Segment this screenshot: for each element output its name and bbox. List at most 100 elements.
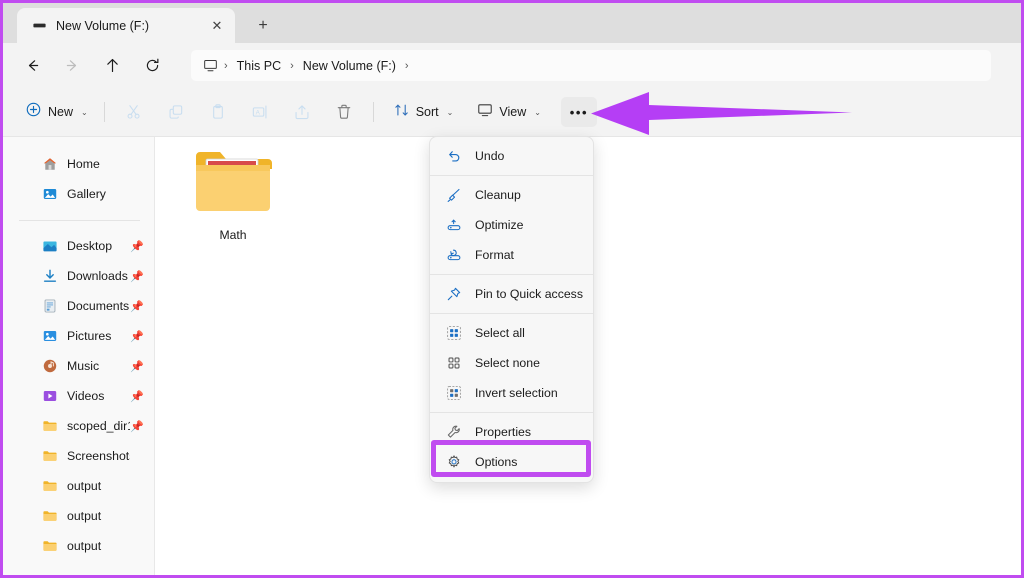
view-button[interactable]: View ⌄ xyxy=(468,97,550,127)
options-gear-icon xyxy=(445,453,463,471)
sidebar-item-label: Pictures xyxy=(67,329,112,343)
menu-item-label: Select all xyxy=(475,326,525,340)
menu-item-optimize[interactable]: Optimize xyxy=(433,210,590,240)
new-tab-button[interactable]: + xyxy=(249,13,277,39)
tab-bar: New Volume (F:) ✕ + xyxy=(3,3,1021,43)
select-all-icon xyxy=(445,324,463,342)
sidebar-item-output-2[interactable]: output xyxy=(7,501,150,531)
sidebar-item-home[interactable]: Home xyxy=(7,149,150,179)
cleanup-icon xyxy=(445,186,463,204)
more-options-button[interactable]: ••• xyxy=(560,97,597,127)
drive-icon xyxy=(31,18,47,34)
chevron-down-icon: ⌄ xyxy=(534,107,541,117)
pin-icon[interactable]: 📌 xyxy=(130,390,144,403)
sidebar-item-label: Gallery xyxy=(67,187,106,201)
rename-icon[interactable]: A xyxy=(243,97,277,127)
pin-icon xyxy=(445,285,463,303)
videos-icon xyxy=(41,388,58,405)
paste-icon[interactable] xyxy=(201,97,235,127)
copy-icon[interactable] xyxy=(159,97,193,127)
pin-icon[interactable]: 📌 xyxy=(130,330,144,343)
undo-icon xyxy=(445,147,463,165)
format-icon xyxy=(445,246,463,264)
menu-item-select-none[interactable]: Select none xyxy=(433,348,590,378)
sidebar-item-videos[interactable]: Videos 📌 xyxy=(7,381,150,411)
sidebar-item-output-3[interactable]: output xyxy=(7,531,150,561)
sort-button[interactable]: Sort ⌄ xyxy=(385,97,463,127)
share-icon[interactable] xyxy=(285,97,319,127)
menu-item-properties[interactable]: Properties xyxy=(433,417,590,447)
gallery-icon xyxy=(41,186,58,203)
sidebar-item-documents[interactable]: Documents 📌 xyxy=(7,291,150,321)
sidebar-item-label: scoped_dir1516( xyxy=(67,419,130,433)
more-options-context-menu[interactable]: Undo Cleanup Optimize Format Pin to Quic… xyxy=(429,136,594,483)
pin-icon[interactable]: 📌 xyxy=(130,420,144,433)
folder-icon xyxy=(41,478,58,495)
pin-icon[interactable]: 📌 xyxy=(130,270,144,283)
menu-item-pin-to-quick-access[interactable]: Pin to Quick access xyxy=(433,279,590,309)
menu-item-select-all[interactable]: Select all xyxy=(433,318,590,348)
tab-new-volume-f[interactable]: New Volume (F:) ✕ xyxy=(17,8,235,43)
pin-icon[interactable]: 📌 xyxy=(130,360,144,373)
menu-item-label: Optimize xyxy=(475,218,524,232)
downloads-icon xyxy=(41,268,58,285)
menu-item-format[interactable]: Format xyxy=(433,240,590,270)
sidebar-item-desktop[interactable]: Desktop 📌 xyxy=(7,231,150,261)
svg-text:A: A xyxy=(255,109,260,116)
this-pc-icon xyxy=(201,57,219,75)
menu-item-options[interactable]: Options xyxy=(433,447,590,477)
view-icon xyxy=(477,102,493,123)
command-toolbar: New ⌄ A Sort ⌄ View ⌄ ••• xyxy=(3,88,1021,137)
menu-item-label: Undo xyxy=(475,149,505,163)
sidebar-divider xyxy=(19,220,140,221)
address-bar[interactable]: › This PC › New Volume (F:) › xyxy=(191,50,991,81)
breadcrumb-this-pc[interactable]: This PC xyxy=(231,56,287,76)
desktop-icon xyxy=(41,238,58,255)
sidebar-item-gallery[interactable]: Gallery xyxy=(7,179,150,209)
file-item-math[interactable]: Math xyxy=(181,147,285,242)
sidebar-item-label: Desktop xyxy=(67,239,113,253)
sidebar-item-label: Screenshots xyxy=(67,449,130,463)
select-none-icon xyxy=(445,354,463,372)
up-button[interactable] xyxy=(96,50,128,82)
navigation-sidebar[interactable]: Home Gallery Desktop 📌 Downloads 📌 Docum… xyxy=(3,137,155,575)
sidebar-item-screenshots[interactable]: Screenshots xyxy=(7,441,150,471)
menu-item-label: Properties xyxy=(475,425,532,439)
menu-item-label: Cleanup xyxy=(475,188,521,202)
sidebar-item-scoped-dir[interactable]: scoped_dir1516( 📌 xyxy=(7,411,150,441)
sidebar-item-downloads[interactable]: Downloads 📌 xyxy=(7,261,150,291)
close-icon[interactable]: ✕ xyxy=(207,16,227,36)
sidebar-item-label: Home xyxy=(67,157,100,171)
menu-divider xyxy=(430,274,593,275)
folder-icon xyxy=(41,448,58,465)
refresh-button[interactable] xyxy=(136,50,168,82)
menu-item-label: Format xyxy=(475,248,514,262)
menu-item-undo[interactable]: Undo xyxy=(433,141,590,171)
invert-selection-icon xyxy=(445,384,463,402)
folder-icon xyxy=(41,418,58,435)
pin-icon[interactable]: 📌 xyxy=(130,300,144,313)
folder-with-preview-icon xyxy=(194,147,272,220)
chevron-down-icon: ⌄ xyxy=(81,107,88,117)
tab-label: New Volume (F:) xyxy=(56,18,150,33)
plus-circle-icon xyxy=(25,101,42,123)
new-button[interactable]: New ⌄ xyxy=(20,97,96,127)
breadcrumb-separator-2[interactable]: › xyxy=(402,60,412,72)
new-button-label: New xyxy=(48,105,74,119)
menu-item-cleanup[interactable]: Cleanup xyxy=(433,180,590,210)
menu-item-label: Pin to Quick access xyxy=(475,287,583,301)
sort-button-label: Sort xyxy=(415,105,439,119)
cut-icon[interactable] xyxy=(117,97,151,127)
forward-button[interactable] xyxy=(56,50,88,82)
delete-icon[interactable] xyxy=(327,97,361,127)
back-button[interactable] xyxy=(16,50,48,82)
sidebar-item-music[interactable]: Music 📌 xyxy=(7,351,150,381)
sidebar-item-pictures[interactable]: Pictures 📌 xyxy=(7,321,150,351)
sidebar-item-label: Videos xyxy=(67,389,105,403)
breadcrumb-new-volume-f[interactable]: New Volume (F:) xyxy=(297,56,402,76)
menu-item-label: Select none xyxy=(475,356,540,370)
folder-icon xyxy=(41,508,58,525)
menu-item-invert-selection[interactable]: Invert selection xyxy=(433,378,590,408)
sidebar-item-output-1[interactable]: output xyxy=(7,471,150,501)
pin-icon[interactable]: 📌 xyxy=(130,240,144,253)
